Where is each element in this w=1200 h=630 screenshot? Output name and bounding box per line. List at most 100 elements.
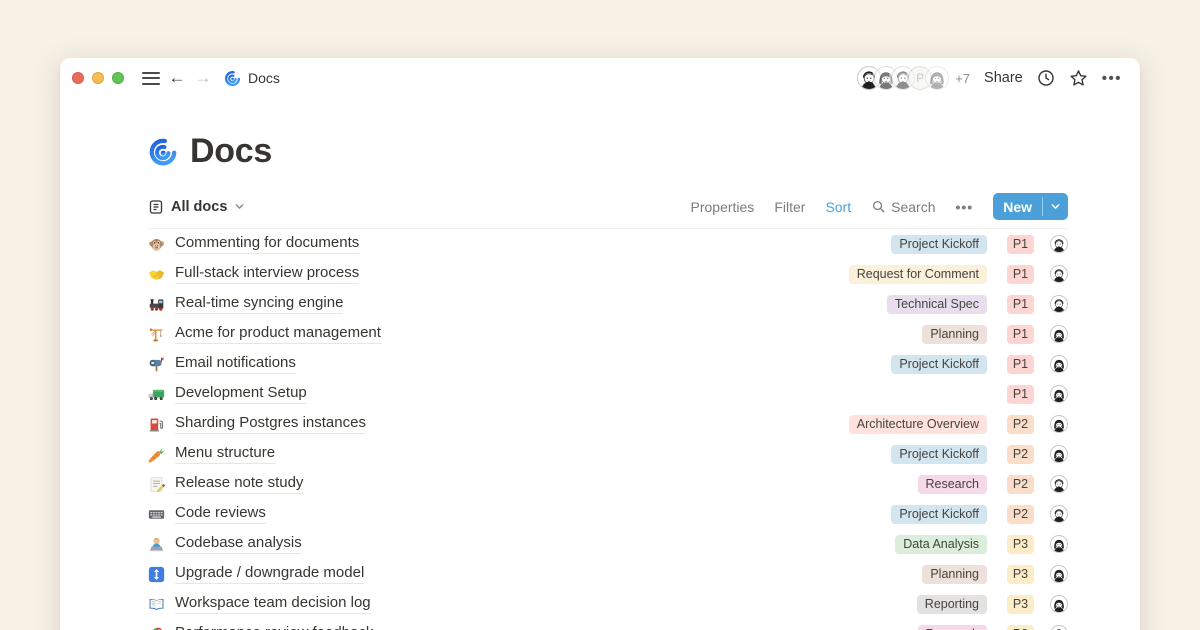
doc-title-link[interactable]: Workspace team decision log bbox=[175, 594, 371, 614]
doc-row[interactable]: Code reviews Project Kickoff P2 bbox=[148, 499, 1068, 529]
parrot-icon bbox=[148, 626, 165, 630]
assignee-avatar[interactable] bbox=[1050, 505, 1068, 523]
doc-title-link[interactable]: Full-stack interview process bbox=[175, 264, 359, 284]
doc-row[interactable]: Codebase analysis Data Analysis P3 bbox=[148, 529, 1068, 559]
doc-title-link[interactable]: Real-time syncing engine bbox=[175, 294, 343, 314]
priority-badge[interactable]: P3 bbox=[1007, 535, 1034, 554]
doc-title-link[interactable]: Release note study bbox=[175, 474, 303, 494]
favorite-button[interactable] bbox=[1069, 69, 1088, 88]
priority-badge[interactable]: P1 bbox=[1007, 325, 1034, 344]
zoom-window-button[interactable] bbox=[112, 72, 124, 84]
view-selector-label: All docs bbox=[171, 199, 227, 215]
assignee-avatar[interactable] bbox=[1050, 385, 1068, 403]
doc-title-link[interactable]: Acme for product management bbox=[175, 324, 381, 344]
collaborator-facepile[interactable]: P +7 bbox=[857, 66, 970, 90]
priority-badge[interactable]: P1 bbox=[1007, 265, 1034, 284]
doc-row[interactable]: Sharding Postgres instances Architecture… bbox=[148, 409, 1068, 439]
priority-badge[interactable]: P1 bbox=[1007, 355, 1034, 374]
doc-row[interactable]: Acme for product management Planning P1 bbox=[148, 319, 1068, 349]
chevron-down-icon bbox=[1050, 201, 1061, 212]
doc-row[interactable]: Workspace team decision log Reporting P3 bbox=[148, 589, 1068, 619]
doc-type-tag[interactable]: Project Kickoff bbox=[891, 445, 987, 464]
search-button[interactable]: Search bbox=[871, 199, 935, 215]
doc-type-tag[interactable]: Planning bbox=[922, 565, 987, 584]
filter-button[interactable]: Filter bbox=[774, 199, 805, 215]
docs-logo-icon bbox=[148, 137, 178, 167]
clock-icon bbox=[1037, 69, 1055, 87]
assignee-avatar[interactable] bbox=[1050, 265, 1068, 283]
forward-button[interactable]: → bbox=[190, 65, 216, 91]
doc-type-tag[interactable]: Architecture Overview bbox=[849, 415, 987, 434]
priority-badge[interactable]: P3 bbox=[1007, 595, 1034, 614]
share-button[interactable]: Share bbox=[984, 70, 1023, 86]
doc-row[interactable]: Email notifications Project Kickoff P1 bbox=[148, 349, 1068, 379]
doc-row[interactable]: Menu structure Project Kickoff P2 bbox=[148, 439, 1068, 469]
doc-type-tag[interactable]: Research bbox=[918, 475, 988, 494]
carrot-icon bbox=[148, 446, 165, 463]
doc-type-tag[interactable]: Project Kickoff bbox=[891, 355, 987, 374]
minimize-window-button[interactable] bbox=[92, 72, 104, 84]
doc-title-link[interactable]: Email notifications bbox=[175, 354, 296, 374]
assignee-avatar[interactable] bbox=[1050, 595, 1068, 613]
titlebar-breadcrumb[interactable]: Docs bbox=[224, 70, 280, 87]
priority-badge[interactable]: P2 bbox=[1007, 445, 1034, 464]
assignee-avatar[interactable] bbox=[1050, 235, 1068, 253]
doc-type-tag[interactable]: Project Kickoff bbox=[891, 235, 987, 254]
doc-title-link[interactable]: Code reviews bbox=[175, 504, 266, 524]
assignee-avatar[interactable] bbox=[1050, 355, 1068, 373]
sort-button[interactable]: Sort bbox=[825, 199, 851, 215]
assignee-avatar[interactable] bbox=[1050, 475, 1068, 493]
history-button[interactable] bbox=[1037, 69, 1055, 87]
priority-badge[interactable]: P3 bbox=[1007, 565, 1034, 584]
doc-type-tag[interactable]: Reporting bbox=[917, 595, 987, 614]
priority-badge[interactable]: P1 bbox=[1007, 385, 1034, 404]
priority-badge[interactable]: P1 bbox=[1007, 235, 1034, 254]
doc-title-link[interactable]: Sharding Postgres instances bbox=[175, 414, 366, 434]
doc-title-link[interactable]: Upgrade / downgrade model bbox=[175, 564, 364, 584]
window-titlebar: ← → Docs P +7 Share ••• bbox=[60, 58, 1140, 98]
page-title: Docs bbox=[190, 132, 272, 171]
assignee-avatar[interactable] bbox=[1050, 445, 1068, 463]
assignee-avatar[interactable] bbox=[1050, 295, 1068, 313]
doc-type-tag[interactable]: Technical Spec bbox=[887, 295, 987, 314]
close-window-button[interactable] bbox=[72, 72, 84, 84]
doc-title-link[interactable]: Codebase analysis bbox=[175, 534, 302, 554]
doc-title-link[interactable]: Menu structure bbox=[175, 444, 275, 464]
assignee-avatar[interactable] bbox=[1050, 415, 1068, 433]
new-doc-dropdown[interactable] bbox=[1043, 193, 1068, 220]
doc-list-icon bbox=[148, 199, 164, 215]
assignee-avatar[interactable] bbox=[1050, 565, 1068, 583]
properties-button[interactable]: Properties bbox=[691, 199, 755, 215]
back-button[interactable]: ← bbox=[164, 65, 190, 91]
doc-type-tag[interactable]: Request for Comment bbox=[849, 265, 987, 284]
traffic-lights bbox=[72, 72, 124, 84]
toolbar-more-button[interactable]: ••• bbox=[955, 199, 973, 215]
priority-badge[interactable]: P2 bbox=[1007, 475, 1034, 494]
priority-badge[interactable]: P2 bbox=[1007, 415, 1034, 434]
doc-row[interactable]: Development Setup P1 bbox=[148, 379, 1068, 409]
more-options-button[interactable]: ••• bbox=[1102, 70, 1122, 87]
doc-row[interactable]: Full-stack interview process Request for… bbox=[148, 259, 1068, 289]
doc-row[interactable]: Real-time syncing engine Technical Spec … bbox=[148, 289, 1068, 319]
doc-title-link[interactable]: Performance review feedback bbox=[175, 624, 373, 630]
doc-type-tag[interactable]: Planning bbox=[922, 325, 987, 344]
doc-title-link[interactable]: Commenting for documents bbox=[175, 234, 359, 254]
view-selector[interactable]: All docs bbox=[148, 199, 245, 215]
assignee-avatar[interactable] bbox=[1050, 535, 1068, 553]
assignee-avatar[interactable] bbox=[1050, 625, 1068, 630]
doc-type-tag[interactable]: Project Kickoff bbox=[891, 505, 987, 524]
doc-title-link[interactable]: Development Setup bbox=[175, 384, 307, 404]
priority-badge[interactable]: P3 bbox=[1007, 625, 1034, 630]
doc-type-tag[interactable]: Data Analysis bbox=[895, 535, 987, 554]
priority-badge[interactable]: P2 bbox=[1007, 505, 1034, 524]
assignee-avatar[interactable] bbox=[1050, 325, 1068, 343]
doc-row[interactable]: Upgrade / downgrade model Planning P3 bbox=[148, 559, 1068, 589]
sidebar-toggle-button[interactable] bbox=[138, 65, 164, 91]
doc-row[interactable]: Release note study Research P2 bbox=[148, 469, 1068, 499]
doc-type-tag[interactable]: Research bbox=[918, 625, 988, 630]
priority-badge[interactable]: P1 bbox=[1007, 295, 1034, 314]
doc-row[interactable]: Commenting for documents Project Kickoff… bbox=[148, 229, 1068, 259]
back-arrow-icon: ← bbox=[169, 68, 186, 88]
doc-row[interactable]: Performance review feedback Research P3 bbox=[148, 619, 1068, 630]
new-doc-button[interactable]: New bbox=[993, 193, 1068, 220]
